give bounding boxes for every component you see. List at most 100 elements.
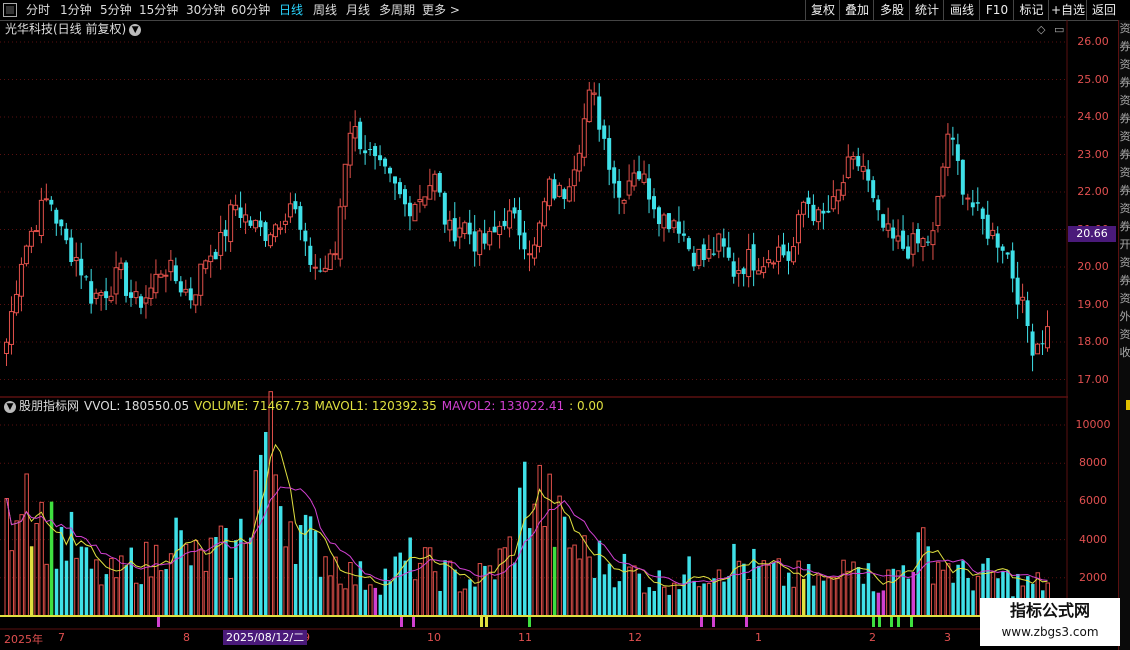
candle-body: [422, 196, 428, 206]
volume-bar: [911, 571, 916, 616]
candle-body: [298, 206, 303, 230]
candle-body: [442, 192, 447, 225]
candle-body: [193, 294, 199, 306]
candle-body: [566, 186, 572, 202]
volume-bar: [283, 546, 288, 617]
signal-tick: [485, 617, 488, 627]
volume-bar: [462, 588, 468, 617]
candle-body: [741, 268, 746, 275]
candle-body: [1025, 300, 1030, 327]
candle-body: [666, 213, 671, 230]
candle-body: [726, 247, 731, 258]
volume-bar: [627, 566, 632, 617]
candle-body: [337, 206, 343, 260]
candle-body: [124, 262, 129, 296]
volume-bar: [647, 587, 652, 616]
candle-body: [1035, 343, 1041, 355]
candle-body: [995, 233, 1000, 248]
volume-bar: [468, 579, 472, 616]
volume-bar: [158, 570, 164, 617]
volume-bar: [602, 574, 607, 616]
signal-tick: [400, 617, 403, 627]
right-info-sidebar[interactable]: 资券资券资券资券资券资券开资券资外资收: [1118, 20, 1130, 650]
volume-bar: [368, 584, 373, 617]
volume-bar: [826, 577, 831, 617]
candle-body: [652, 196, 657, 210]
candle-body: [198, 263, 204, 296]
volume-bar: [642, 592, 647, 617]
candle-body: [800, 201, 806, 215]
candle-body: [208, 255, 214, 263]
candle-body: [54, 209, 59, 224]
signal-tick: [157, 617, 160, 627]
volume-bar: [174, 517, 178, 616]
date-tick-5: 11: [518, 631, 532, 644]
indicator-chevron-icon[interactable]: ▼: [4, 400, 16, 413]
volume-bar: [343, 588, 348, 617]
sidebar-char: 资: [1119, 22, 1130, 35]
candle-body: [118, 262, 124, 271]
candle-body: [790, 246, 796, 263]
volume-bar: [363, 589, 368, 616]
candle-body: [771, 262, 777, 265]
volume-bar: [9, 550, 14, 617]
candle-body: [277, 227, 283, 230]
candle-body: [312, 266, 318, 269]
volume-bar: [871, 591, 876, 616]
volume-bar: [920, 527, 926, 617]
volume-bar: [562, 516, 567, 616]
candle-body: [815, 209, 821, 223]
candle-body: [427, 185, 433, 200]
candle-body: [950, 137, 955, 140]
candle-body: [795, 214, 801, 244]
candle-body: [482, 233, 487, 244]
candle-body: [8, 311, 14, 345]
volume-bar: [502, 547, 508, 617]
candle-body: [497, 225, 503, 235]
candle-body: [447, 219, 453, 231]
volume-bar: [183, 543, 189, 617]
candle-body: [686, 238, 691, 250]
candle-body: [502, 220, 507, 227]
candle-body: [248, 220, 253, 226]
volume-bar: [757, 565, 761, 616]
volume-bar: [293, 563, 298, 616]
candle-body: [282, 220, 288, 225]
sidebar-char: 资: [1119, 328, 1130, 341]
signal-tick: [528, 617, 531, 627]
candle-body: [64, 228, 69, 241]
volume-bar: [742, 563, 746, 616]
volume-bar: [667, 594, 671, 616]
signal-tick: [745, 617, 748, 627]
volume-bar: [577, 558, 582, 617]
candle-body: [383, 158, 388, 167]
watermark-title: 指标公式网: [1009, 601, 1090, 620]
volume-bar: [926, 546, 930, 616]
candle-body: [129, 292, 134, 298]
volume-bar: [19, 514, 24, 617]
volume-bar: [328, 575, 333, 617]
volume-bar: [766, 564, 772, 617]
volume-bar: [104, 574, 109, 616]
volume-bar: [632, 565, 637, 617]
sidebar-char: 资: [1119, 166, 1130, 179]
volume-bar: [776, 558, 782, 617]
candle-body: [571, 169, 577, 187]
volume-bar: [791, 586, 796, 617]
sidebar-marker: [1126, 400, 1130, 410]
candle-body: [1005, 252, 1010, 255]
sidebar-char: 券: [1119, 220, 1130, 233]
candle-body: [901, 230, 906, 249]
candle-body: [647, 178, 652, 200]
volume-bar: [782, 585, 786, 616]
candle-body: [876, 199, 881, 211]
candle-body: [38, 199, 44, 236]
volume-bar: [84, 547, 89, 616]
candle-body: [412, 203, 418, 222]
chart-canvas[interactable]: [0, 0, 1068, 630]
date-axis: 2025年789101112123: [0, 630, 1068, 646]
sidebar-char: 资: [1119, 130, 1130, 143]
date-tick-2: 8: [183, 631, 190, 644]
candle-body: [746, 248, 752, 278]
candle-body: [243, 214, 249, 223]
